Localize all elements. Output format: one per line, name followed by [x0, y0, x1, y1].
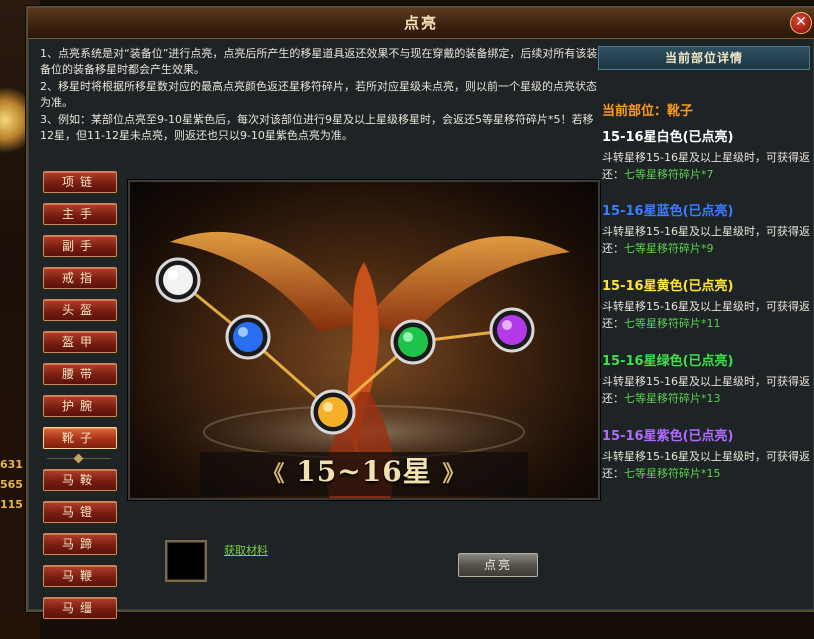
next-level-arrow[interactable]: 》 — [442, 461, 465, 487]
tier-reward: 七等星移符碎片*7 — [624, 168, 714, 181]
star-level-banner: 《 15~16星 》 — [240, 454, 488, 490]
tier-name: 15-16星蓝色(已点亮) — [602, 204, 734, 219]
get-material-link[interactable]: 获取材料 — [224, 542, 268, 558]
slot-button-saddle[interactable]: 马鞍 — [43, 469, 117, 491]
slot-button-main-hand[interactable]: 主手 — [43, 203, 117, 225]
dialog-titlebar: 点亮 — [28, 8, 814, 39]
tier-name: 15-16星黄色(已点亮) — [602, 279, 734, 294]
slot-button-helmet[interactable]: 头盔 — [43, 299, 117, 321]
slot-button-whip[interactable]: 马鞭 — [43, 565, 117, 587]
orb-green[interactable] — [390, 319, 436, 365]
orb-white[interactable] — [155, 257, 201, 303]
prev-level-arrow[interactable]: 《 — [263, 461, 286, 487]
rules-description: 1、点亮系统是对“装备位”进行点亮，点亮后所产生的移星道具返还效果不与现在穿戴的… — [40, 46, 600, 145]
slot-button-boots[interactable]: 靴子 — [43, 427, 117, 449]
tier-name: 15-16星绿色(已点亮) — [602, 354, 734, 369]
slot-button-reins[interactable]: 马缰 — [43, 597, 117, 619]
orb-blue[interactable] — [225, 314, 271, 360]
tier-desc: 斗转星移15-16星及以上星级时，可获得返还：七等星移符碎片*9 — [602, 223, 810, 257]
tier-desc: 斗转星移15-16星及以上星级时，可获得返还：七等星移符碎片*15 — [602, 448, 810, 482]
rule-line: 3、例如：某部位点亮至9-10星紫色后，每次对该部位进行9星及以上星级移星时，会… — [40, 113, 594, 142]
tier-desc: 斗转星移15-16星及以上星级时，可获得返还：七等星移符碎片*13 — [602, 373, 810, 407]
dialog-title: 点亮 — [403, 14, 438, 32]
tier-blue: 15-16星蓝色(已点亮) 斗转星移15-16星及以上星级时，可获得返还：七等星… — [602, 200, 810, 257]
side-number: 115 — [0, 498, 23, 511]
slot-button-belt[interactable]: 腰带 — [43, 363, 117, 385]
tier-green: 15-16星绿色(已点亮) 斗转星移15-16星及以上星级时，可获得返还：七等星… — [602, 350, 810, 407]
part-detail-panel: 当前部位详情 当前部位：靴子 15-16星白色(已点亮) 斗转星移15-16星及… — [598, 46, 810, 606]
tier-reward: 七等星移符碎片*11 — [624, 317, 721, 330]
phoenix-display: 《 15~16星 》 — [128, 180, 600, 500]
material-slot[interactable] — [165, 540, 207, 582]
tier-yellow: 15-16星黄色(已点亮) 斗转星移15-16星及以上星级时，可获得返还：七等星… — [602, 275, 810, 332]
tier-reward: 七等星移符碎片*15 — [624, 467, 721, 480]
tier-reward: 七等星移符碎片*13 — [624, 392, 721, 405]
slot-button-armor[interactable]: 盔甲 — [43, 331, 117, 353]
phoenix-right-wing — [364, 236, 570, 337]
slot-button-bracer[interactable]: 护腕 — [43, 395, 117, 417]
tier-white: 15-16星白色(已点亮) 斗转星移15-16星及以上星级时，可获得返还：七等星… — [602, 126, 810, 183]
slot-button-stirrup[interactable]: 马镫 — [43, 501, 117, 523]
tier-desc: 斗转星移15-16星及以上星级时，可获得返还：七等星移符碎片*11 — [602, 298, 810, 332]
tier-purple: 15-16星紫色(已点亮) 斗转星移15-16星及以上星级时，可获得返还：七等星… — [602, 425, 810, 482]
orb-purple[interactable] — [489, 307, 535, 353]
side-number: 565 — [0, 478, 23, 491]
rule-line: 1、点亮系统是对“装备位”进行点亮，点亮后所产生的移星道具返还效果不与现在穿戴的… — [40, 47, 598, 76]
equipment-slot-list: 项链 主手 副手 戒指 头盔 盔甲 腰带 护腕 靴子 马鞍 马镫 马蹄 马鞭 马… — [43, 171, 123, 629]
slot-button-necklace[interactable]: 项链 — [43, 171, 117, 193]
slot-button-ring[interactable]: 戒指 — [43, 267, 117, 289]
tier-desc: 斗转星移15-16星及以上星级时，可获得返还：七等星移符碎片*7 — [602, 149, 810, 183]
light-up-dialog: 点亮 ✕ 1、点亮系统是对“装备位”进行点亮，点亮后所产生的移星道具返还效果不与… — [26, 6, 814, 619]
light-up-button[interactable]: 点亮 — [458, 553, 538, 577]
tier-reward: 七等星移符碎片*9 — [624, 242, 714, 255]
tier-name: 15-16星白色(已点亮) — [602, 130, 734, 145]
detail-header: 当前部位详情 — [598, 46, 810, 70]
tier-name: 15-16星紫色(已点亮) — [602, 429, 734, 444]
star-level-label: 15~16星 — [296, 455, 432, 488]
orb-yellow[interactable] — [310, 389, 356, 435]
current-part: 当前部位：靴子 — [602, 104, 694, 119]
rule-line: 2、移星时将根据所移星数对应的最高点亮颜色返还星移符碎片，若所对应星级未点亮，则… — [40, 80, 597, 109]
slot-button-off-hand[interactable]: 副手 — [43, 235, 117, 257]
side-number: 631 — [0, 458, 23, 471]
slot-button-horseshoe[interactable]: 马蹄 — [43, 533, 117, 555]
slot-divider — [43, 455, 115, 463]
phoenix-illustration — [144, 231, 584, 498]
close-button[interactable]: ✕ — [790, 12, 812, 34]
